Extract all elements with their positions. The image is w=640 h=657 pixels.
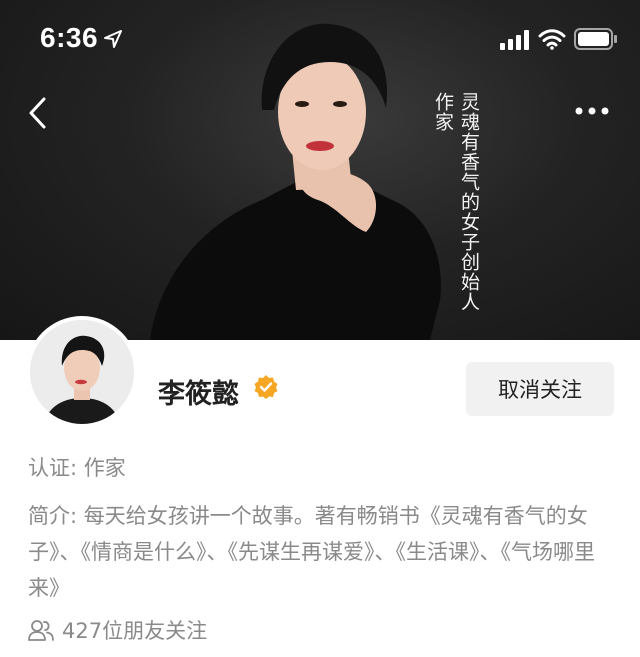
friends-icon	[28, 620, 54, 641]
cover-slogan-text: 灵魂有香气的女子创始人	[458, 92, 480, 312]
wifi-icon	[538, 29, 566, 50]
verified-badge-icon	[254, 375, 278, 399]
avatar-portrait	[30, 320, 134, 424]
friends-following-label: 427位朋友关注	[62, 619, 208, 643]
battery-icon	[574, 28, 617, 50]
bio-text: 简介: 每天给女孩讲一个故事。著有畅销书《灵魂有香气的女子》、《情商是什么》、《…	[28, 504, 595, 600]
more-dots-icon[interactable]	[574, 104, 610, 118]
back-chevron-icon[interactable]	[26, 96, 50, 130]
cover-role-text: 作家	[432, 92, 454, 132]
profile-name: 李筱懿	[158, 379, 239, 410]
certification-text: 认证: 作家	[28, 456, 126, 480]
status-bar: 6:36	[0, 0, 640, 80]
location-arrow-icon	[104, 30, 122, 48]
avatar[interactable]	[26, 316, 138, 428]
cellular-signal-icon	[500, 30, 529, 50]
status-time: 6:36	[40, 22, 99, 53]
friends-following[interactable]: 427位朋友关注	[28, 615, 207, 645]
unfollow-button[interactable]: 取消关注	[466, 362, 614, 416]
